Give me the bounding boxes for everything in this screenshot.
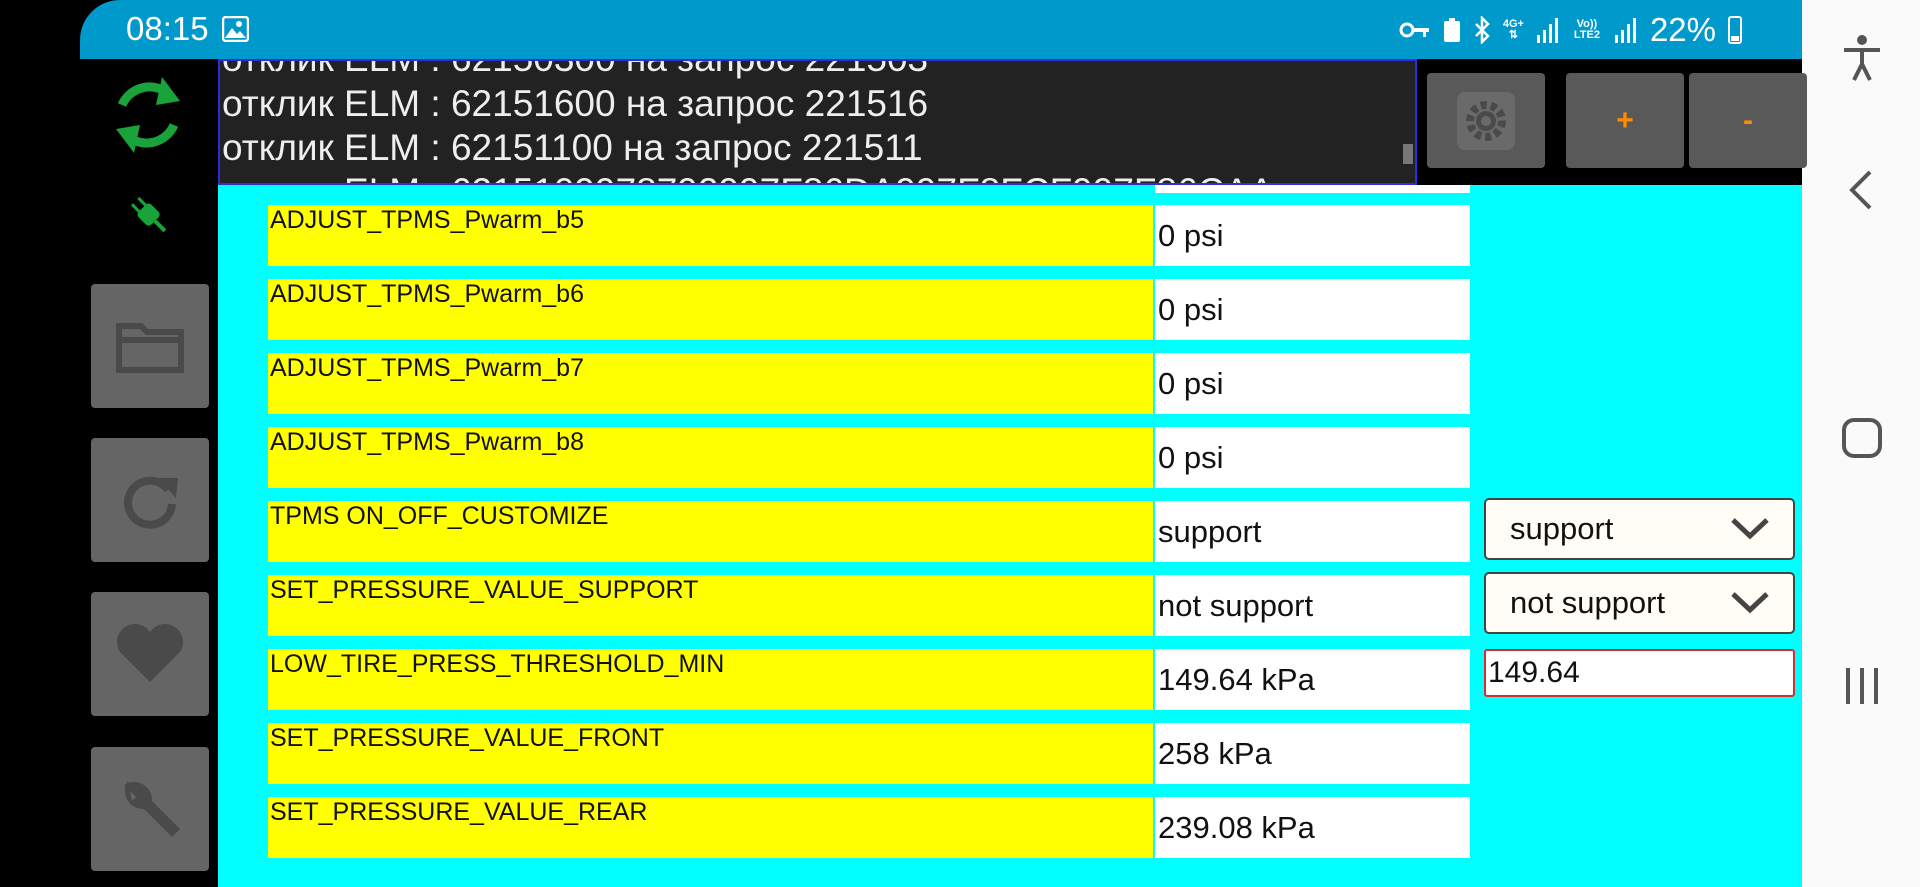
param-label: ADJUST_TPMS_Pwarm_b5 <box>268 205 1153 266</box>
param-label: SET_PRESSURE_VALUE_REAR <box>268 797 1153 858</box>
log-line: отклик ELM : 62150300 на запрос 221503 <box>222 61 928 80</box>
param-label: ADJUST_TPMS_Pwarm_b6 <box>268 279 1153 340</box>
param-value: 258 kPa <box>1155 723 1470 784</box>
chevron-down-icon <box>1731 592 1769 614</box>
log-scrollbar[interactable] <box>1403 144 1413 164</box>
zoom-out-button[interactable]: - <box>1689 73 1807 168</box>
battery-icon <box>1728 16 1742 44</box>
vpn-key-icon <box>1399 22 1429 38</box>
wrench-icon <box>124 781 180 837</box>
recents-icon[interactable] <box>1834 658 1890 714</box>
back-icon[interactable] <box>1834 162 1890 218</box>
navigation-bar <box>1802 0 1920 887</box>
battery-saver-icon <box>1443 18 1460 42</box>
param-label: ADJUST_TPMS_Pwarm_b7 <box>268 353 1153 414</box>
bluetooth-icon <box>1474 16 1490 44</box>
status-bar: 08:15 4G+ ⇅ Vo)) LTE2 22% <box>80 0 1802 59</box>
param-label: LOW_TIRE_PRESS_THRESHOLD_MIN <box>268 649 1153 710</box>
elm-log[interactable]: отклик ELM : 62150300 на запрос 221503 о… <box>218 59 1417 185</box>
tpms-customize-select-value: support <box>1510 511 1614 546</box>
log-line: отклик ELM : 62151600 на запрос 221516 <box>222 83 929 124</box>
param-value: 0 psi <box>1155 205 1470 266</box>
status-time: 08:15 <box>126 10 209 47</box>
pressure-support-select-value: not support <box>1510 585 1666 620</box>
favorites-button[interactable] <box>91 592 209 716</box>
heart-icon <box>116 623 184 682</box>
tools-button[interactable] <box>91 747 209 871</box>
param-value: not support <box>1155 575 1470 636</box>
refresh-icon[interactable] <box>108 65 188 165</box>
chevron-down-icon <box>1731 518 1769 540</box>
accessibility-icon[interactable] <box>1834 30 1890 86</box>
home-icon[interactable] <box>1834 410 1890 466</box>
signal-icon <box>1536 18 1558 43</box>
param-label: TPMS ON_OFF_CUSTOMIZE <box>268 501 1153 562</box>
param-value: 0 psi <box>1155 427 1470 488</box>
battery-percent: 22% <box>1649 11 1716 48</box>
parameter-list: ADJUST_TPMS_Pwarm_b5 0 psi ADJUST_TPMS_P… <box>218 185 1802 887</box>
reload-button[interactable] <box>91 438 209 562</box>
log-line: отклик ELM : 62151100 на запрос 221511 <box>222 127 923 168</box>
folder-icon <box>116 323 184 373</box>
param-label: ADJUST_TPMS_Pwarm_b8 <box>268 427 1153 488</box>
zoom-in-button[interactable]: + <box>1566 73 1684 168</box>
gallery-icon <box>222 16 249 42</box>
plug-icon[interactable] <box>125 191 175 241</box>
param-value: 149.64 kPa <box>1155 649 1470 710</box>
left-toolbar <box>0 59 218 887</box>
threshold-min-input[interactable] <box>1484 649 1795 697</box>
settings-button[interactable] <box>1427 73 1545 168</box>
gear-icon <box>1457 91 1515 150</box>
volte-icon: Vo)) LTE2 <box>1573 18 1600 41</box>
signal-icon-2 <box>1614 18 1636 43</box>
param-label: SET_PRESSURE_VALUE_FRONT <box>268 723 1153 784</box>
log-line: отклик ELM : 6215109978792997F86DA997F8F… <box>222 171 1323 183</box>
reload-icon <box>124 476 178 529</box>
param-value: support <box>1155 501 1470 562</box>
param-value: 0 psi <box>1155 279 1470 340</box>
tpms-customize-select[interactable]: support <box>1484 498 1795 560</box>
param-value: 0 psi <box>1155 353 1470 414</box>
folder-button[interactable] <box>91 284 209 408</box>
pressure-support-select[interactable]: not support <box>1484 572 1795 634</box>
param-label: SET_PRESSURE_VALUE_SUPPORT <box>268 575 1153 636</box>
partial-row <box>1155 185 1470 193</box>
param-value: 239.08 kPa <box>1155 797 1470 858</box>
network-4g-icon: 4G+ ⇅ <box>1502 18 1524 41</box>
